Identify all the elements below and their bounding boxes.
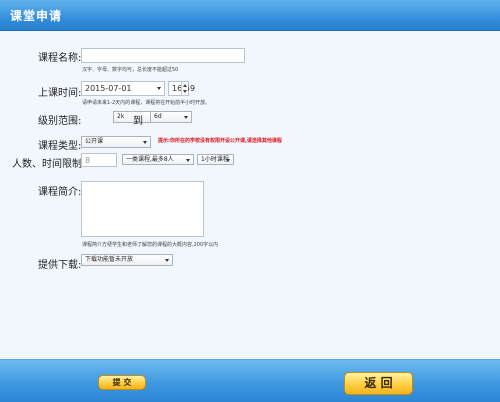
course-name-label: 课程名称: bbox=[38, 53, 82, 64]
course-type-label: 课程类型: bbox=[38, 141, 82, 152]
grade-range-label: 级别范围: bbox=[38, 116, 82, 127]
capacity-label: 人数、时间限制: bbox=[12, 159, 86, 170]
chevron-down-icon bbox=[226, 159, 230, 162]
grade-from-value: 2k bbox=[117, 113, 125, 120]
intro-label: 课程简介: bbox=[38, 187, 82, 198]
footer-bar: 提 交 返 回 bbox=[0, 359, 500, 402]
download-value: 下载功能暂未开放 bbox=[85, 256, 134, 263]
duration-value: 1小时课程 bbox=[201, 156, 229, 163]
grade-to-select[interactable]: 6d bbox=[150, 111, 192, 123]
class-date-value: 2015-07-01 bbox=[85, 84, 132, 93]
capacity-count-input[interactable]: 8 bbox=[81, 153, 117, 167]
chevron-down-icon bbox=[186, 159, 190, 162]
class-time-label: 上课时间: bbox=[38, 88, 82, 99]
capacity-type-value: 一类课程,最多8人 bbox=[126, 156, 174, 163]
download-label: 提供下载: bbox=[38, 260, 82, 271]
form-panel: 课程名称: 汉字、字母、数字均可，总长度不能超过50 上课时间: 2015-07… bbox=[0, 31, 500, 359]
chevron-down-icon bbox=[184, 116, 188, 119]
intro-textarea[interactable] bbox=[81, 181, 204, 237]
submit-button[interactable]: 提 交 bbox=[98, 375, 146, 390]
chevron-down-icon bbox=[143, 141, 147, 144]
course-name-input[interactable] bbox=[81, 48, 245, 63]
class-time-hint: 请申请未来1-2天内的课程，课程将在开始前半小时开放。 bbox=[82, 100, 211, 106]
title-bar: 课堂申请 bbox=[0, 0, 500, 31]
course-type-value: 公开课 bbox=[85, 138, 104, 145]
course-type-select[interactable]: 公开课 bbox=[81, 136, 151, 148]
class-time-input[interactable]: 16:59 bbox=[168, 81, 195, 96]
chevron-down-icon bbox=[165, 259, 169, 262]
spin-down-icon bbox=[183, 90, 187, 93]
date-dropdown-button[interactable] bbox=[150, 83, 164, 94]
grade-to-value: 6d bbox=[154, 113, 162, 120]
capacity-type-select[interactable]: 一类课程,最多8人 bbox=[122, 154, 194, 165]
spin-up-icon bbox=[183, 84, 187, 87]
intro-hint: 课程简介方便学生和老师了解您的课程的大概内容,200字以内 bbox=[82, 242, 219, 248]
grade-range-separator: 到 bbox=[133, 116, 143, 127]
back-button[interactable]: 返 回 bbox=[344, 372, 413, 395]
window-title: 课堂申请 bbox=[10, 9, 63, 23]
chevron-down-icon bbox=[157, 87, 161, 90]
course-name-hint: 汉字、字母、数字均可，总长度不能超过50 bbox=[82, 67, 179, 73]
class-date-input[interactable]: 2015-07-01 bbox=[81, 81, 165, 96]
time-spinner[interactable] bbox=[181, 82, 188, 95]
course-type-warning: 提示:你所在的学校没有权限开设公开课,请选择其他课程 bbox=[158, 138, 282, 144]
duration-select[interactable]: 1小时课程 bbox=[197, 154, 234, 165]
download-select[interactable]: 下载功能暂未开放 bbox=[81, 254, 173, 266]
